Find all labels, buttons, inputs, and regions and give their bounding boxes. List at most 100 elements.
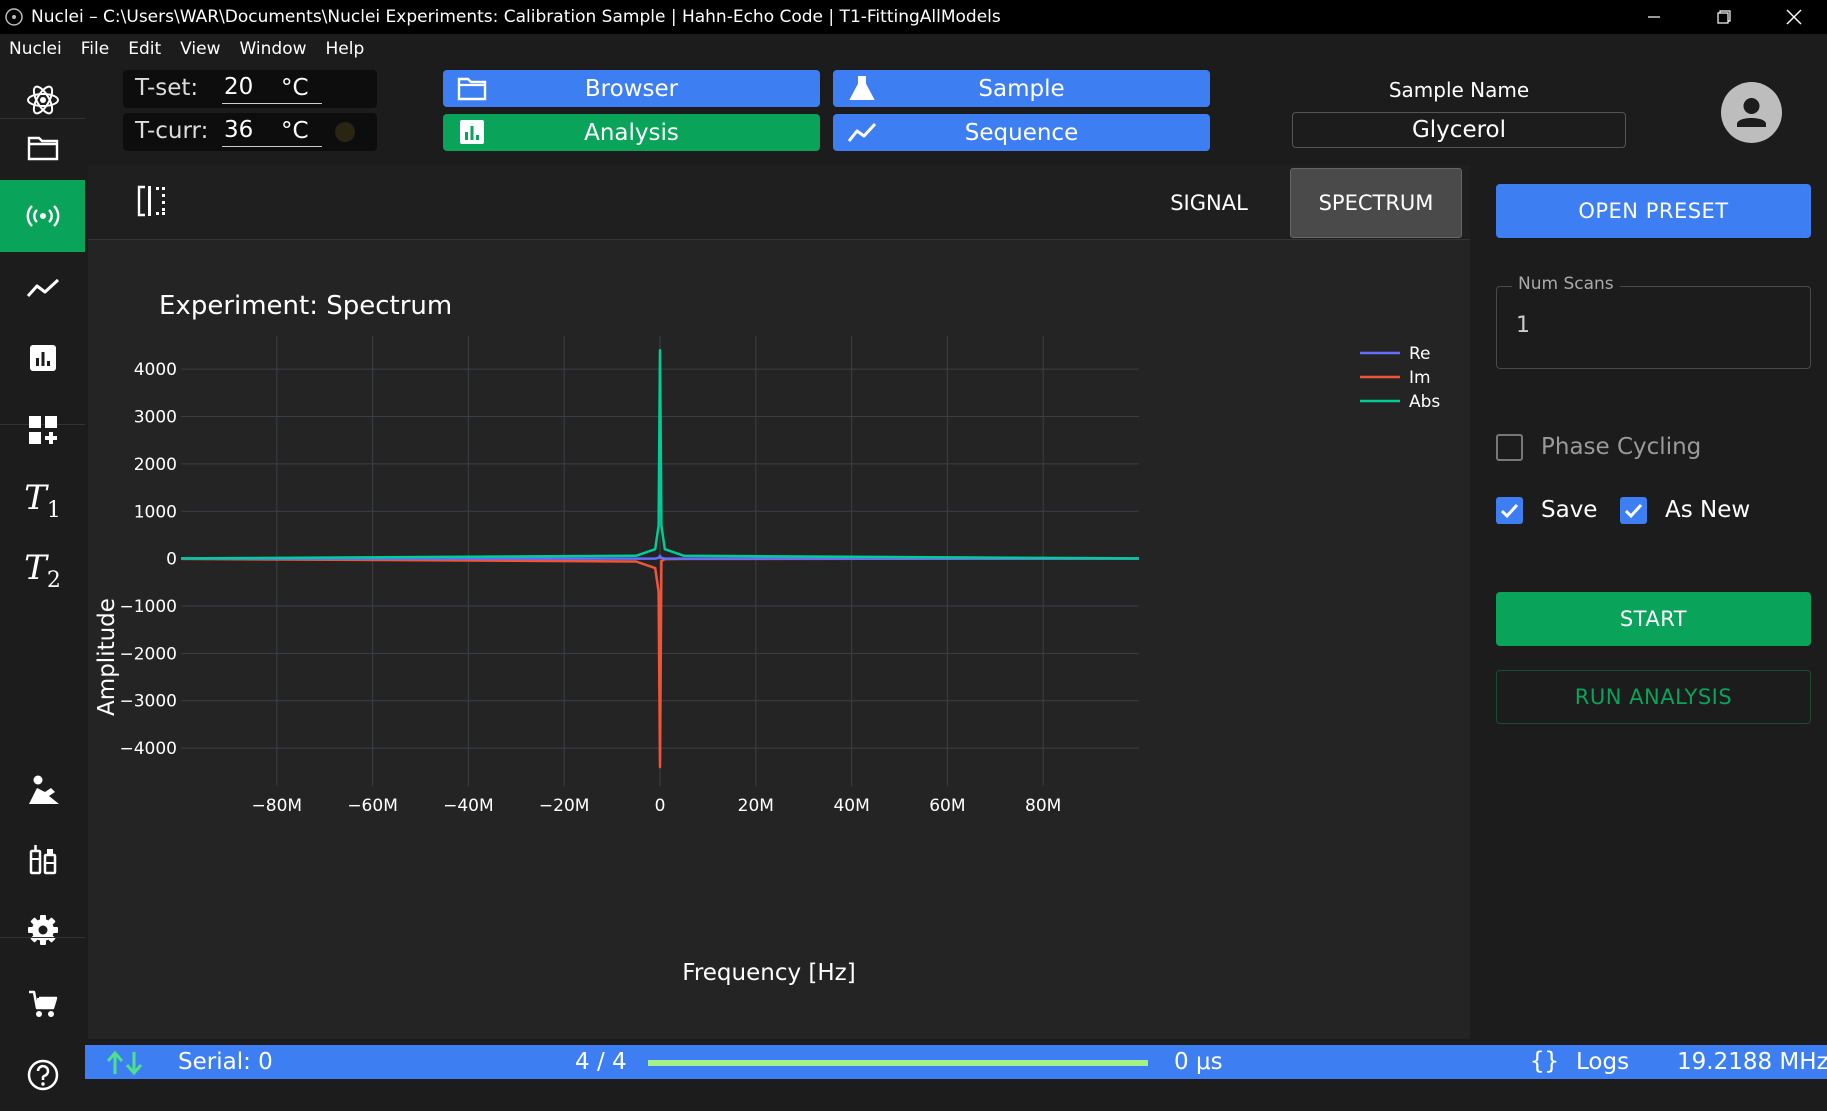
- legend-label: Im: [1409, 368, 1431, 388]
- x-tick-label: 0: [655, 796, 666, 816]
- save-label: Save: [1541, 497, 1598, 523]
- user-icon: [1737, 98, 1766, 127]
- y-tick-label: −1000: [119, 597, 177, 617]
- sequence-label: Sequence: [964, 119, 1079, 146]
- app-icon: [5, 8, 23, 26]
- bar-chart-icon: [29, 345, 56, 371]
- tab-spectrum[interactable]: SPECTRUM: [1290, 168, 1462, 238]
- save-checkbox[interactable]: [1496, 497, 1523, 524]
- sample-name-label: Sample Name: [1388, 78, 1530, 102]
- help-icon: [27, 1059, 58, 1091]
- sidebar-item-t1[interactable]: T1: [0, 464, 85, 536]
- sidebar-item-experiment[interactable]: [0, 180, 85, 252]
- legend-label: Abs: [1409, 392, 1440, 412]
- bar-chart-icon: [460, 120, 484, 144]
- sidebar-item-samples[interactable]: [0, 824, 85, 896]
- sidebar-item-analysis[interactable]: [0, 322, 85, 394]
- sidebar-item-help[interactable]: [0, 1039, 85, 1111]
- tcurr-field: 36 °C: [222, 117, 322, 147]
- sample-name-input[interactable]: Glycerol: [1292, 112, 1626, 148]
- x-tick-label: −40M: [443, 796, 494, 816]
- sidebar-item-cart[interactable]: [0, 968, 85, 1040]
- restore-icon[interactable]: [1694, 0, 1754, 34]
- tcurr-unit: °C: [281, 118, 309, 144]
- chart-legend[interactable]: Re Im Abs: [1360, 344, 1440, 412]
- avatar[interactable]: [1721, 82, 1782, 143]
- sidebar-item-widgets[interactable]: [0, 394, 85, 466]
- folder-icon: [27, 136, 58, 161]
- open-preset-button[interactable]: OPEN PRESET: [1496, 184, 1811, 238]
- frequency-readout: 19.2188 MHz: [1677, 1049, 1827, 1075]
- browser-label: Browser: [584, 75, 679, 102]
- menu-window[interactable]: Window: [239, 39, 306, 59]
- as-new-checkbox[interactable]: [1620, 497, 1647, 524]
- menu-help[interactable]: Help: [326, 39, 365, 59]
- x-tick-label: −20M: [539, 796, 590, 816]
- y-tick-label: 3000: [134, 408, 177, 428]
- logs-button[interactable]: Logs: [1576, 1049, 1629, 1075]
- sample-button[interactable]: Sample: [833, 70, 1210, 107]
- x-tick-label: 20M: [738, 796, 774, 816]
- checkmark-icon: [1624, 503, 1643, 519]
- sidebar-item-sequence[interactable]: [0, 252, 85, 324]
- tab-signal[interactable]: SIGNAL: [1140, 168, 1278, 238]
- x-tick-label: 40M: [833, 796, 869, 816]
- num-scans-value: 1: [1516, 313, 1530, 338]
- x-tick-label: 80M: [1025, 796, 1061, 816]
- checkmark-icon: [1500, 503, 1519, 519]
- sidebar-item-settings[interactable]: [0, 894, 85, 966]
- menu-edit[interactable]: Edit: [128, 39, 161, 59]
- x-tick-label: 60M: [929, 796, 965, 816]
- phase-cycling-checkbox[interactable]: [1496, 434, 1523, 461]
- spectrum-chart: Experiment: Spectrum −80M −60M −40M −20M 0 20…: [94, 291, 1440, 986]
- add-widget-icon: [28, 416, 57, 444]
- elapsed-time: 0 μs: [1174, 1049, 1223, 1075]
- progress-fill: [648, 1060, 1148, 1066]
- split-view-icon[interactable]: [137, 185, 167, 217]
- braces-icon: {}: [1530, 1047, 1559, 1075]
- chart-title: Experiment: Spectrum: [159, 291, 452, 321]
- progress-bar: [648, 1060, 1148, 1066]
- menu-bar: Nuclei File Edit View Window Help: [0, 34, 1827, 64]
- tset-label: T-set:: [135, 75, 199, 101]
- sidebar: T1 T2: [0, 64, 85, 1091]
- phase-cycling-label: Phase Cycling: [1541, 434, 1702, 460]
- tcurr-label: T-curr:: [135, 118, 209, 144]
- tcurr-box: T-curr: 36 °C: [123, 113, 377, 151]
- run-analysis-button[interactable]: RUN ANALYSIS: [1496, 670, 1811, 724]
- y-axis-ticks: 4000 3000 2000 1000 0 −1000 −2000 −3000 −4000: [119, 360, 177, 759]
- x-tick-label: −80M: [252, 796, 303, 816]
- menu-file[interactable]: File: [81, 39, 109, 59]
- browser-button[interactable]: Browser: [443, 70, 820, 107]
- transfer-icon: [106, 1050, 143, 1076]
- line-chart-icon: [847, 122, 877, 142]
- syringe-icon: [29, 845, 56, 875]
- y-tick-label: −4000: [119, 739, 177, 759]
- y-tick-label: 0: [166, 550, 177, 570]
- sidebar-item-t2[interactable]: T2: [0, 534, 85, 606]
- sidebar-item-person[interactable]: [0, 754, 85, 826]
- menu-nuclei[interactable]: Nuclei: [9, 39, 62, 59]
- menu-view[interactable]: View: [180, 39, 220, 59]
- line-chart-icon: [26, 278, 59, 298]
- sequence-button[interactable]: Sequence: [833, 114, 1210, 151]
- person-icon: [28, 775, 59, 804]
- sidebar-item-browser[interactable]: [0, 112, 85, 184]
- analysis-button[interactable]: Analysis: [443, 114, 820, 151]
- signal-icon: [26, 205, 59, 227]
- num-scans-field[interactable]: Num Scans 1: [1496, 274, 1811, 369]
- minimize-icon[interactable]: [1624, 0, 1684, 34]
- x-tick-label: −60M: [347, 796, 398, 816]
- start-button[interactable]: START: [1496, 592, 1811, 646]
- tcurr-value: 36: [224, 117, 254, 143]
- tset-field[interactable]: 20 °C: [222, 74, 322, 104]
- y-tick-label: 4000: [134, 360, 177, 380]
- close-icon[interactable]: [1764, 0, 1824, 34]
- folder-icon: [457, 77, 487, 101]
- analysis-label: Analysis: [584, 119, 679, 146]
- t2-icon: T2: [24, 547, 61, 593]
- status-bar: Serial: 0 4 / 4 0 μs {} Logs 19.2188 MHz: [85, 1045, 1827, 1079]
- flask-icon: [849, 76, 875, 100]
- cart-icon: [28, 990, 57, 1017]
- tset-box: T-set: 20 °C: [123, 70, 377, 108]
